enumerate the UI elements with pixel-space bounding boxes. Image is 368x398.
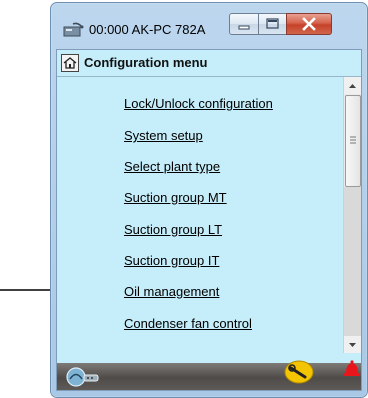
minimize-button[interactable] [229,13,259,35]
scrollbar-thumb[interactable] [345,95,361,187]
maximize-button[interactable] [258,13,287,35]
alarm-bell-icon[interactable] [343,358,361,380]
window-title: 00:000 AK-PC 782A [89,22,206,37]
title-bar[interactable]: 00:000 AK-PC 782A [51,3,367,49]
close-button[interactable] [286,13,332,35]
app-window: 00:000 AK-PC 782A Configuration menu Loc… [50,2,368,398]
scroll-down-arrow-icon [349,343,356,347]
scroll-up-arrow-icon [349,84,356,88]
menu-item-suction-group-lt[interactable]: Suction group LT [124,222,222,237]
menu-item-system-setup[interactable]: System setup [124,128,203,143]
scroll-up-button[interactable] [344,77,361,94]
configuration-menu-list: Lock/Unlock configuration System setup S… [57,77,343,353]
scrollbar-track[interactable] [344,187,361,336]
menu-item-condenser-fan-control[interactable]: Condenser fan control [124,316,252,331]
login-icon[interactable] [65,366,101,388]
home-icon[interactable] [61,54,79,72]
menu-item-suction-group-mt[interactable]: Suction group MT [124,190,227,205]
vertical-scrollbar[interactable] [343,77,361,353]
service-wrench-icon[interactable] [283,358,315,384]
status-bar [57,360,361,390]
maximize-icon [266,18,279,29]
scroll-down-button[interactable] [344,336,361,353]
network-device-icon [63,22,84,37]
client-area: Configuration menu Lock/Unlock configura… [56,49,362,391]
menu-item-oil-management[interactable]: Oil management [124,284,219,299]
menu-header: Configuration menu [57,50,361,77]
minimize-icon [238,25,250,30]
page-title: Configuration menu [84,55,208,70]
menu-item-select-plant-type[interactable]: Select plant type [124,159,220,174]
menu-item-suction-group-it[interactable]: Suction group IT [124,253,219,268]
scrollbar-grip-icon [350,136,356,144]
close-icon [302,17,316,31]
home-icon-glyph [63,57,77,69]
menu-item-lock-unlock-configuration[interactable]: Lock/Unlock configuration [124,96,273,111]
